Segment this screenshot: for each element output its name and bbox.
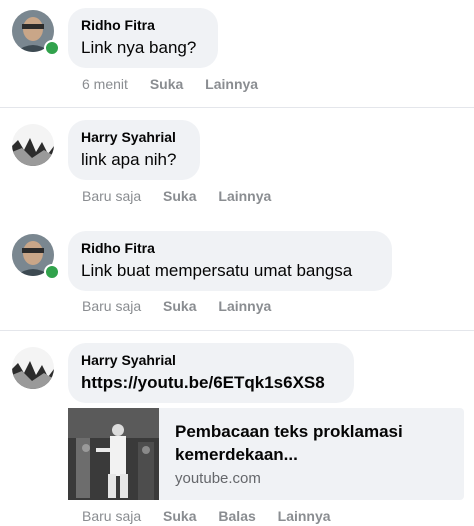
- more-button[interactable]: Lainnya: [218, 298, 271, 314]
- link-preview-title[interactable]: Pembacaan teks proklamasi kemerdekaan...: [175, 420, 445, 466]
- comment-author[interactable]: Harry Syahrial: [81, 129, 186, 146]
- comment-actions: 6 menit Suka Lainnya: [82, 76, 276, 92]
- comment-bubble: Harry Syahrial https://youtu.be/6ETqk1s6…: [68, 343, 354, 403]
- comment-time: Baru saja: [82, 298, 142, 314]
- comment-actions: Baru saja Suka Lainnya: [82, 188, 289, 204]
- like-button[interactable]: Suka: [163, 508, 196, 524]
- comment-actions: Baru saja Suka Lainnya: [82, 298, 289, 314]
- comment-text: Link nya bang?: [81, 38, 197, 57]
- online-status-dot: [44, 40, 60, 56]
- like-button[interactable]: Suka: [150, 76, 183, 92]
- like-button[interactable]: Suka: [163, 298, 196, 314]
- comment-bubble: Harry Syahrial link apa nih?: [68, 120, 200, 180]
- comment-text: link apa nih?: [81, 150, 177, 169]
- online-status-dot: [44, 264, 60, 280]
- divider: [0, 330, 474, 331]
- profile-photo-icon: [12, 347, 54, 389]
- comment-link[interactable]: https://youtu.be/6ETqk1s6XS8: [81, 371, 340, 395]
- comment-time: Baru saja: [82, 508, 142, 524]
- more-button[interactable]: Lainnya: [205, 76, 258, 92]
- comment-time: 6 menit: [82, 76, 128, 92]
- more-button[interactable]: Lainnya: [218, 188, 271, 204]
- avatar[interactable]: [12, 347, 54, 389]
- comment-author[interactable]: Ridho Fitra: [81, 17, 204, 34]
- comment-text: Link buat mempersatu umat bangsa: [81, 261, 353, 280]
- comment-bubble: Ridho Fitra Link buat mempersatu umat ba…: [68, 231, 392, 291]
- divider: [0, 107, 474, 108]
- reply-button[interactable]: Balas: [218, 508, 255, 524]
- more-button[interactable]: Lainnya: [278, 508, 331, 524]
- comment-bubble: Ridho Fitra Link nya bang?: [68, 8, 218, 68]
- like-button[interactable]: Suka: [163, 188, 196, 204]
- link-preview-domain: youtube.com: [175, 470, 261, 487]
- avatar[interactable]: [12, 124, 54, 166]
- comment-actions: Baru saja Suka Balas Lainnya: [82, 508, 349, 524]
- comment-author[interactable]: Harry Syahrial: [81, 352, 340, 369]
- comment-time: Baru saja: [82, 188, 142, 204]
- profile-photo-icon: [12, 124, 54, 166]
- comment-author[interactable]: Ridho Fitra: [81, 240, 378, 257]
- video-thumbnail-image: [68, 408, 159, 500]
- link-preview-card[interactable]: Pembacaan teks proklamasi kemerdekaan...…: [68, 408, 464, 500]
